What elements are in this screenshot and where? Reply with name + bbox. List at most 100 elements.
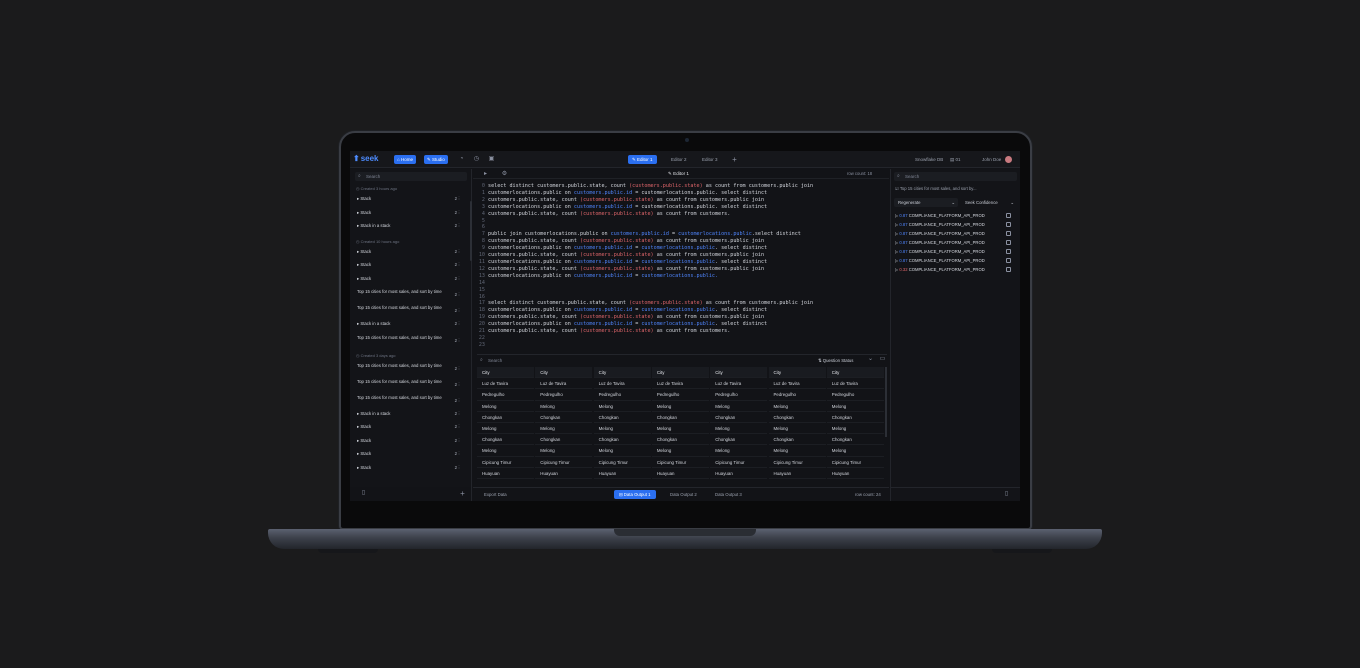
stack-list-item[interactable]: ▸ Stack 2 ⋮ <box>357 465 461 471</box>
table-cell[interactable]: Huayuan <box>593 468 651 479</box>
stack-list-item[interactable]: Top 15 cities for most sales, and sort b… <box>357 289 461 297</box>
stack-list-item[interactable]: ▸ Stack in a stack 2 ⋮ <box>357 321 461 327</box>
sidebar-search-input[interactable]: ⌕ Search <box>355 172 467 181</box>
checkbox[interactable] <box>1006 213 1011 218</box>
table-cell[interactable]: Chongkan <box>651 434 709 446</box>
table-cell[interactable]: Cipicung Timur <box>651 457 709 468</box>
stack-list-item[interactable]: Top 15 cities for most sales, and sort b… <box>357 335 461 343</box>
camera-icon[interactable]: ▣ <box>487 155 496 164</box>
more-icon[interactable]: ⋮ <box>457 411 461 417</box>
column-header[interactable]: City <box>826 367 884 379</box>
stack-list-item[interactable]: Top 15 cities for most sales, and sort b… <box>357 379 461 387</box>
results-search-input[interactable]: ⌕ Search <box>477 356 677 365</box>
table-cell[interactable]: Huayuan <box>535 468 593 479</box>
table-cell[interactable]: Melong <box>826 423 884 435</box>
table-cell[interactable]: Cipicung Timur <box>477 457 534 468</box>
table-cell[interactable]: Huayuan <box>826 468 884 479</box>
confidence-row[interactable]: ▷ 0.32 COMPLIANCE_PLATFORM_API_PROD <box>895 267 1013 272</box>
data-output-1-tab[interactable]: ⊟ Data Output 1 <box>614 490 656 499</box>
tab-editor-2[interactable]: Editor 2 <box>667 155 691 164</box>
confidence-row[interactable]: ▷ 0.87 COMPLIANCE_PLATFORM_API_PROD <box>895 213 1013 218</box>
table-cell[interactable]: Chongkan <box>477 434 534 446</box>
table-cell[interactable]: Cipicung Timur <box>710 457 768 468</box>
more-icon[interactable]: ⋮ <box>457 223 461 229</box>
table-cell[interactable]: Melong <box>826 445 884 457</box>
column-header[interactable]: City <box>477 367 534 379</box>
table-cell[interactable]: Huayuan <box>710 468 768 479</box>
table-cell[interactable]: Chongkan <box>768 412 826 423</box>
add-tab-icon[interactable]: + <box>730 155 739 164</box>
table-cell[interactable]: Luz de Tavira <box>710 378 768 390</box>
sidebar-scrollbar[interactable] <box>470 201 472 261</box>
stack-list-item[interactable]: ▸ Stack in a stack 2 ⋮ <box>357 411 461 417</box>
checkbox[interactable] <box>1006 249 1011 254</box>
table-cell[interactable]: Cipicung Timur <box>768 457 826 468</box>
chevron-down-icon[interactable]: ⌄ <box>866 355 875 364</box>
confidence-row[interactable]: ▷ 0.87 COMPLIANCE_PLATFORM_API_PROD <box>895 249 1013 254</box>
table-cell[interactable]: Melong <box>651 423 709 435</box>
stack-list-item[interactable]: ▸ Stack 2 ⋮ <box>357 276 461 282</box>
confidence-row[interactable]: ▷ 0.87 COMPLIANCE_PLATFORM_API_PROD <box>895 231 1013 236</box>
table-cell[interactable]: Melong <box>535 401 593 412</box>
table-cell[interactable]: Melong <box>826 401 884 412</box>
table-cell[interactable]: Melong <box>477 445 534 457</box>
stack-list-item[interactable]: ▸ Stack 2 ⋮ <box>357 438 461 444</box>
table-cell[interactable]: Pedregulho <box>535 389 593 401</box>
table-cell[interactable]: Chongkan <box>593 434 651 446</box>
panel-toggle-icon[interactable]: ▯ <box>359 489 368 498</box>
more-icon[interactable]: ⋮ <box>457 451 461 457</box>
more-icon[interactable]: ⋮ <box>457 249 461 255</box>
table-cell[interactable]: Melong <box>651 401 709 412</box>
table-cell[interactable]: Pedregulho <box>710 389 768 401</box>
table-cell[interactable]: Cipicung Timur <box>826 457 884 468</box>
table-cell[interactable]: Chongkan <box>826 434 884 446</box>
table-cell[interactable]: Luz de Tavira <box>535 378 593 390</box>
clock-icon[interactable]: ◷ <box>472 155 481 164</box>
settings-icon[interactable]: ⚙ <box>500 169 509 179</box>
table-cell[interactable]: Melong <box>710 423 768 435</box>
table-cell[interactable]: Huayuan <box>651 468 709 479</box>
checkbox[interactable] <box>1006 258 1011 263</box>
user-name[interactable]: John Doe <box>982 155 1001 164</box>
stack-list-item[interactable]: Top 15 cities for most sales, and sort b… <box>357 395 461 404</box>
table-cell[interactable]: Chongkan <box>477 412 534 423</box>
table-cell[interactable]: Luz de Tavira <box>768 378 826 390</box>
table-cell[interactable]: Pedregulho <box>768 389 826 401</box>
column-header[interactable]: City <box>593 367 651 379</box>
db-label[interactable]: Snowflake DB <box>915 155 943 164</box>
checkbox[interactable] <box>1006 240 1011 245</box>
more-icon[interactable]: ⋮ <box>457 424 461 430</box>
table-cell[interactable]: Chongkan <box>710 412 768 423</box>
table-cell[interactable]: Melong <box>593 423 651 435</box>
confidence-row[interactable]: ▷ 0.87 COMPLIANCE_PLATFORM_API_PROD <box>895 222 1013 227</box>
results-scrollbar[interactable] <box>885 367 887 437</box>
table-cell[interactable]: Luz de Tavira <box>593 378 651 390</box>
table-cell[interactable]: Pedregulho <box>826 389 884 401</box>
table-cell[interactable]: Melong <box>477 401 534 412</box>
checkbox[interactable] <box>1006 222 1011 227</box>
data-output-2-tab[interactable]: Data Output 2 <box>665 490 702 499</box>
stack-list-item[interactable]: ▸ Stack in a stack 2 ⋮ <box>357 223 461 229</box>
table-cell[interactable]: Chongkan <box>710 434 768 446</box>
layout-icon[interactable]: ▭ <box>878 355 887 364</box>
table-cell[interactable]: Melong <box>477 423 534 435</box>
table-cell[interactable]: Melong <box>593 401 651 412</box>
table-cell[interactable]: Cipicung Timur <box>593 457 651 468</box>
table-cell[interactable]: Cipicung Timur <box>535 457 593 468</box>
table-cell[interactable]: Melong <box>710 401 768 412</box>
table-cell[interactable]: Melong <box>768 401 826 412</box>
table-cell[interactable]: Chongkan <box>535 434 593 446</box>
stack-list-item[interactable]: Top 15 cities for most sales, and sort b… <box>357 305 461 313</box>
more-icon[interactable]: ⋮ <box>457 210 461 216</box>
column-header[interactable]: City <box>651 367 709 379</box>
question-status-dropdown[interactable]: ⇅ Question Status <box>818 357 853 364</box>
column-header[interactable]: City <box>768 367 826 379</box>
more-icon[interactable]: ⋮ <box>457 398 461 404</box>
stack-list-item[interactable]: ▸ Stack 2 ⋮ <box>357 451 461 457</box>
stack-list-item[interactable]: ▸ Stack 2 ⋮ <box>357 424 461 430</box>
column-header[interactable]: City <box>710 367 768 379</box>
regenerate-select[interactable]: Regenerate ⌄ <box>894 198 958 207</box>
caret-icon[interactable]: ▸ <box>481 169 490 179</box>
more-icon[interactable]: ⋮ <box>457 438 461 444</box>
more-icon[interactable]: ⋮ <box>457 276 461 282</box>
